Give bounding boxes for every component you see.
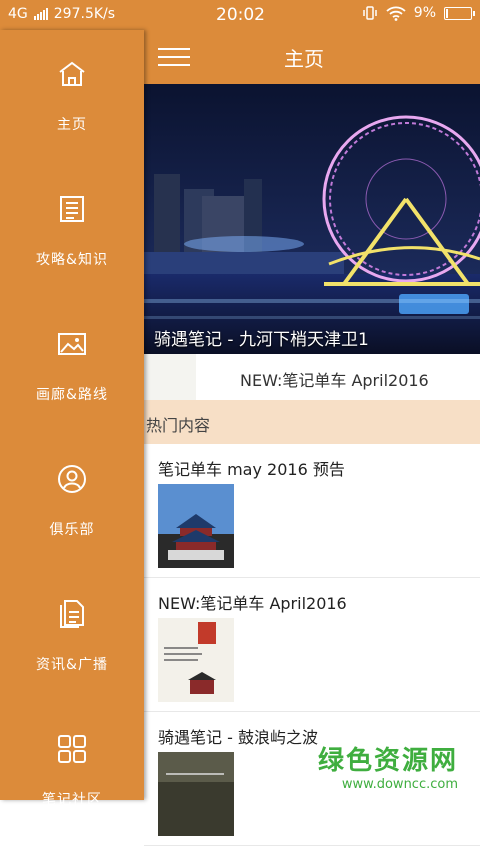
drawer-item-label: 主页 [57, 117, 87, 133]
headline-row[interactable]: NEW:笔记单车 April2016 [144, 354, 480, 400]
document-icon [60, 600, 84, 628]
watermark-url: www.downcc.com [341, 777, 458, 792]
list-item-title: 骑遇笔记 - 鼓浪屿之波 [158, 728, 318, 747]
network-type: 4G [8, 6, 28, 22]
section-title: 热门内容 [146, 416, 211, 435]
list-item-thumbnail [158, 484, 234, 568]
drawer-item-label: 资讯&广播 [36, 657, 108, 673]
home-icon [59, 61, 85, 86]
book-icon [60, 196, 84, 222]
section-header: 热门内容 [144, 400, 480, 444]
list-item[interactable]: 笔记单车 may 2016 预告 [144, 444, 480, 578]
status-time: 20:02 [216, 5, 265, 25]
watermark: 绿色资源网 www.downcc.com [318, 740, 458, 792]
signal-icon [33, 8, 48, 20]
drawer-item-home[interactable]: 主页 [0, 30, 144, 160]
list-item-thumbnail [158, 618, 234, 702]
headline-text: NEW:笔记单车 April2016 [240, 371, 429, 390]
banner-carousel[interactable]: 骑遇笔记 - 九河下梢天津卫1 [144, 84, 480, 354]
app-bar: 主页 [144, 30, 480, 84]
user-icon [58, 465, 86, 493]
status-left: 4G 297.5K/s [8, 6, 115, 22]
drawer-item-label: 笔记社区 [42, 792, 102, 808]
wifi-icon [386, 6, 406, 21]
drawer-item-guides[interactable]: 攻略&知识 [0, 165, 144, 295]
network-speed: 297.5K/s [53, 6, 116, 22]
grid-icon [58, 735, 86, 763]
battery-icon [444, 6, 475, 20]
drawer-item-label: 俱乐部 [49, 522, 95, 538]
drawer-item-label: 画廊&路线 [36, 387, 108, 403]
list-item-title: 笔记单车 may 2016 预告 [158, 460, 345, 479]
drawer-item-community[interactable]: 笔记社区 [0, 705, 144, 835]
drawer-item-label: 攻略&知识 [36, 252, 108, 268]
drawer-item-gallery[interactable]: 画廊&路线 [0, 300, 144, 430]
picture-icon [58, 333, 86, 355]
watermark-title: 绿色资源网 [317, 746, 458, 776]
vibrate-icon [363, 6, 377, 20]
banner-image [144, 84, 480, 354]
battery-fill [446, 8, 448, 18]
list-item[interactable]: NEW:笔记单车 April2016 [144, 578, 480, 712]
status-right: 9% [362, 5, 475, 21]
headline-thumbnail [144, 354, 196, 400]
drawer-item-club[interactable]: 俱乐部 [0, 435, 144, 565]
list-item-title: NEW:笔记单车 April2016 [158, 594, 347, 613]
drawer-item-news[interactable]: 资讯&广播 [0, 570, 144, 700]
main-content: 主页 骑遇笔记 - 九河下梢天津卫1 NEW:笔记单车 April2016 热门… [144, 30, 480, 846]
battery-percent: 9% [413, 5, 436, 21]
page-title: 主页 [284, 47, 324, 71]
status-bar: 4G 297.5K/s 20:02 9% [0, 0, 480, 30]
banner-caption: 骑遇笔记 - 九河下梢天津卫1 [154, 330, 369, 350]
list-item-thumbnail [158, 752, 234, 836]
navigation-drawer: 主页 攻略&知识 画廊&路线 俱乐部 资讯&广播 笔记社区 [0, 30, 144, 808]
